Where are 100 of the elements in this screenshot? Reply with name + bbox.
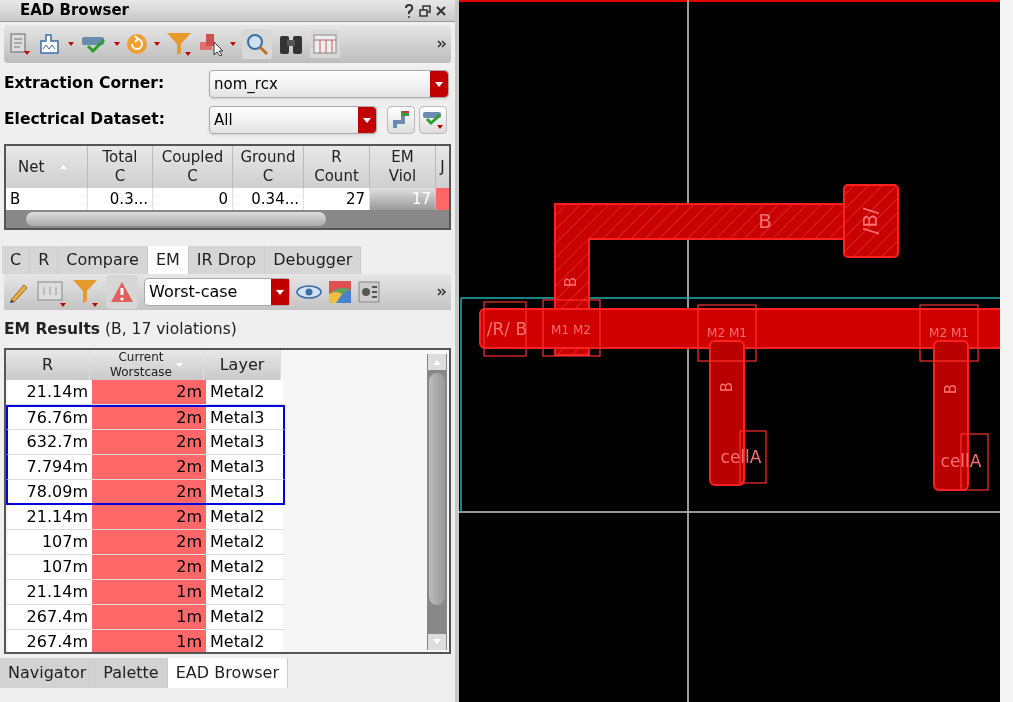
tab[interactable]: EM <box>147 246 189 274</box>
filter-icon[interactable] <box>166 31 192 57</box>
table-cell: 2m <box>92 407 206 429</box>
caret-icon[interactable] <box>114 42 120 46</box>
caret-icon[interactable] <box>154 42 160 46</box>
table-cell: 2m <box>92 380 206 404</box>
tab[interactable]: Palette <box>95 658 168 688</box>
column-header[interactable]: R Count <box>304 146 370 188</box>
table-cell: 21.14m <box>8 580 92 604</box>
table-cell: 267.4m <box>8 630 92 652</box>
table-cell: 2m <box>92 480 206 503</box>
table-cell: 107m <box>8 555 92 579</box>
via-label: M2 M1 <box>929 325 969 340</box>
restore-icon[interactable] <box>419 4 431 17</box>
tab[interactable]: R <box>30 246 59 274</box>
column-header[interactable]: R <box>6 350 90 380</box>
document-icon[interactable] <box>8 32 32 56</box>
tab[interactable]: Debugger <box>265 246 362 274</box>
column-header[interactable]: Net <box>6 146 88 188</box>
tab[interactable]: Navigator <box>0 658 96 688</box>
horizontal-scrollbar[interactable] <box>6 210 449 228</box>
table-cell: Metal2 <box>206 380 283 404</box>
caret-icon[interactable] <box>230 42 236 46</box>
table-cell: Metal2 <box>206 555 283 579</box>
table-cell: 78.09m <box>8 480 92 503</box>
check-button[interactable] <box>419 106 447 134</box>
table-cell: 1m <box>92 580 206 604</box>
table-cell: Metal3 <box>206 407 283 429</box>
overflow-icon[interactable] <box>437 40 447 48</box>
table-cell: Metal2 <box>206 530 283 554</box>
table-cell: 107m <box>8 530 92 554</box>
net-label: B <box>941 383 960 395</box>
table-cell: 17 <box>370 188 436 210</box>
table-cell: Metal2 <box>206 630 283 652</box>
table-cell: 1m <box>92 630 206 652</box>
sort-icon <box>60 165 68 169</box>
dropdown[interactable]: nom_rcx <box>209 70 449 98</box>
tab[interactable]: EAD Browser <box>167 658 288 688</box>
tab[interactable]: IR Drop <box>188 246 266 274</box>
via-label: M1 M2 <box>551 322 591 337</box>
circuit-icon[interactable] <box>38 33 62 55</box>
window-title: EAD Browser <box>19 0 130 22</box>
check-icon <box>422 110 444 130</box>
via-outline <box>483 301 527 357</box>
table-cell: Metal2 <box>206 505 283 529</box>
table-cell: 2m <box>92 530 206 554</box>
pin-label: /R/ B <box>486 319 528 339</box>
settings-icon[interactable] <box>358 281 380 303</box>
column-header[interactable]: Total C <box>88 146 153 188</box>
table-cell: 2m <box>92 555 206 579</box>
table-cell: Metal2 <box>206 605 283 629</box>
table-cell: 21.14m <box>8 505 92 529</box>
results-heading: EM Results (B, 17 violations) <box>3 319 238 340</box>
table-cell: 2m <box>92 430 206 454</box>
net-label: B <box>561 276 580 288</box>
caret-icon[interactable] <box>68 42 74 46</box>
help-icon[interactable] <box>403 3 415 18</box>
check-icon[interactable] <box>80 34 108 54</box>
eye-icon[interactable] <box>296 284 322 300</box>
table-cell: Metal3 <box>206 480 283 503</box>
warning-icon <box>110 281 134 303</box>
column-header[interactable]: Layer <box>204 350 281 380</box>
dropdown[interactable]: All <box>209 106 377 134</box>
via-outline <box>919 304 979 362</box>
column-header[interactable]: Current Worstcase <box>90 350 204 380</box>
warning-button[interactable] <box>106 275 138 309</box>
table-cell: 2m <box>92 455 206 479</box>
color-map-icon[interactable] <box>328 280 352 304</box>
net-label: B <box>717 381 736 393</box>
field-label: Extraction Corner: <box>4 73 166 95</box>
table-cell <box>436 188 449 210</box>
select-icon[interactable] <box>198 32 224 56</box>
table-cell: 267.4m <box>8 605 92 629</box>
table-cell: Metal2 <box>206 580 283 604</box>
column-header[interactable]: Coupled C <box>153 146 233 188</box>
pin-label: /B/ <box>857 207 882 235</box>
caret-icon[interactable] <box>276 289 284 295</box>
tab[interactable]: Compare <box>58 246 148 274</box>
close-icon[interactable] <box>435 4 447 17</box>
tab[interactable]: C <box>2 246 31 274</box>
field-label: Electrical Dataset: <box>4 109 166 131</box>
column-header[interactable]: EM Viol <box>370 146 436 188</box>
table-cell: 21.14m <box>8 380 92 404</box>
caret-icon[interactable] <box>435 81 443 87</box>
via-outline <box>542 299 601 357</box>
caret-icon[interactable] <box>363 117 371 123</box>
column-header[interactable]: J <box>436 146 449 188</box>
refresh-icon[interactable] <box>126 33 148 55</box>
table-cell: Metal3 <box>206 455 283 479</box>
overflow-icon[interactable] <box>437 288 447 296</box>
dropdown[interactable]: Worst-case <box>144 278 290 306</box>
table-icon[interactable] <box>310 30 340 58</box>
column-header[interactable]: Ground C <box>233 146 304 188</box>
table-cell: 2m <box>92 505 206 529</box>
via-outline <box>697 304 757 362</box>
net-label: B <box>758 208 772 233</box>
table-cell: 632.7m <box>8 430 92 454</box>
route-button[interactable] <box>387 106 415 134</box>
table-cell: 1m <box>92 605 206 629</box>
zoom-icon[interactable] <box>242 29 272 59</box>
